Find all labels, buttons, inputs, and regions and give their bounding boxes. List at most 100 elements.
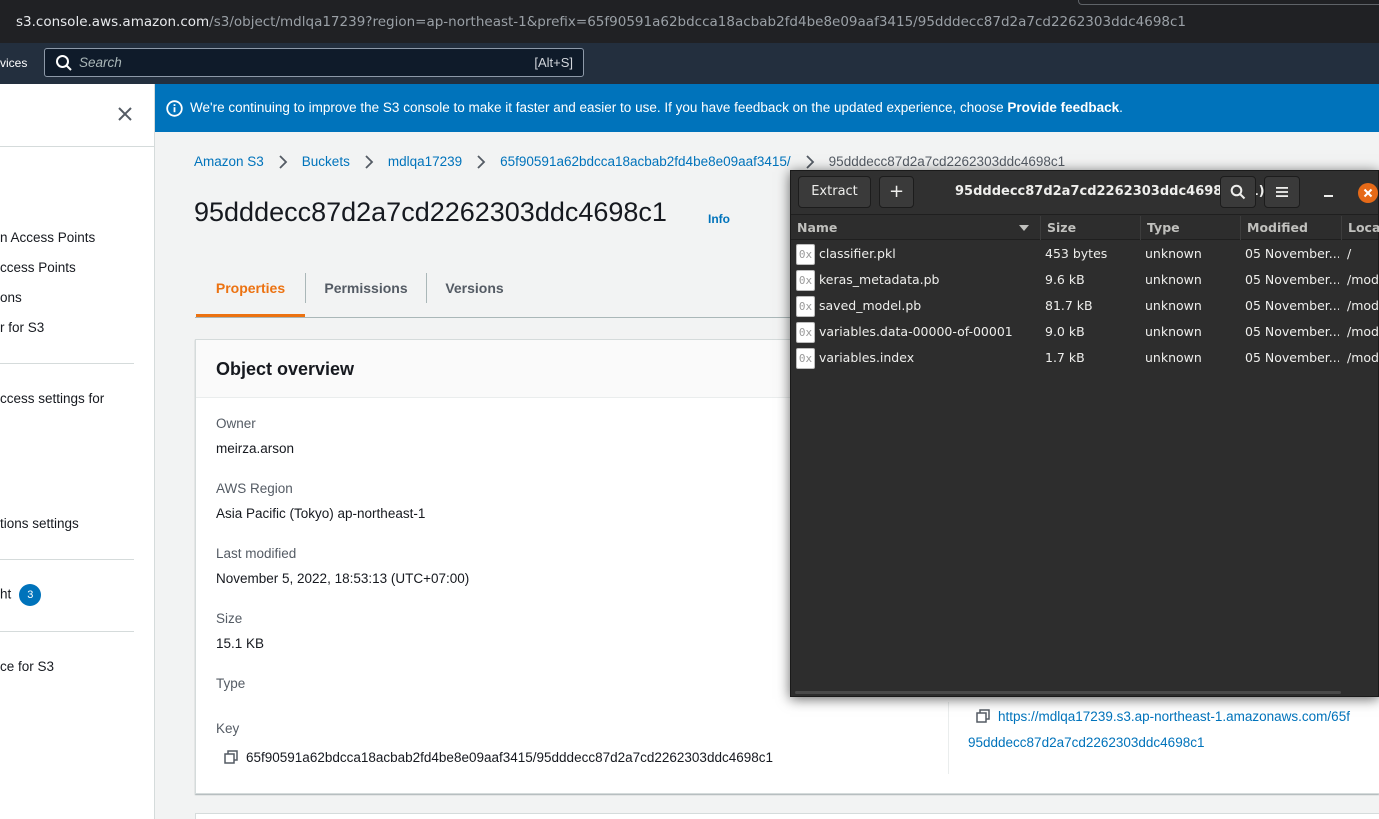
file-row[interactable]: 0x variables.data-00000-of-00001 9.0 kB …	[791, 319, 1379, 345]
banner-period: .	[1119, 100, 1123, 115]
close-icon[interactable]	[115, 104, 135, 124]
extract-button[interactable]: Extract	[798, 176, 871, 208]
file-row[interactable]: 0x saved_model.pb 81.7 kB unknown 05 Nov…	[791, 293, 1379, 319]
object-url-text[interactable]: https://mdlqa17239.s3.ap-northeast-1.ama…	[998, 709, 1350, 724]
file-modified: 05 November...	[1245, 246, 1339, 261]
column-header-label: Name	[797, 220, 838, 235]
breadcrumb-bucket[interactable]: mdlqa17239	[388, 154, 462, 169]
sidebar-item-storage-lens-settings[interactable]: tions settings	[0, 516, 79, 531]
file-size: 81.7 kB	[1045, 298, 1093, 313]
file-row[interactable]: 0x variables.index 1.7 kB unknown 05 Nov…	[791, 345, 1379, 371]
column-header-modified[interactable]: Modified	[1241, 216, 1342, 240]
search-button[interactable]	[1220, 176, 1256, 208]
sidebar-item-block-public-access[interactable]: ccess settings for	[0, 391, 104, 406]
file-location: /mod	[1347, 298, 1379, 313]
file-row[interactable]: 0x keras_metadata.pb 9.6 kB unknown 05 N…	[791, 267, 1379, 293]
chevron-right-icon	[279, 154, 288, 169]
sidebar-divider	[0, 146, 155, 147]
sidebar-item-iam-analyzer[interactable]: r for S3	[0, 320, 44, 335]
info-icon	[166, 100, 183, 117]
archive-manager-window: Extract + 95dddecc87d2a7cd2262303ddc4698…	[790, 170, 1379, 697]
size-label: Size	[216, 611, 243, 626]
file-type: unknown	[1145, 272, 1202, 287]
binary-file-icon: 0x	[796, 322, 815, 343]
menu-button[interactable]	[1264, 176, 1300, 208]
banner-text: We're continuing to improve the S3 conso…	[190, 100, 1008, 115]
breadcrumb-current: 95dddecc87d2a7cd2262303ddc4698c1	[828, 154, 1066, 169]
file-location: /mod	[1347, 350, 1379, 365]
horizontal-scrollbar[interactable]	[795, 691, 1341, 694]
binary-file-icon: 0x	[796, 270, 815, 291]
sidebar-item-batch-operations[interactable]: ons	[0, 290, 22, 305]
column-header-name[interactable]: Name	[791, 216, 1041, 240]
column-header-type[interactable]: Type	[1141, 216, 1241, 240]
search-shortcut-hint: [Alt+S]	[534, 55, 573, 70]
tab-permissions[interactable]: Permissions	[306, 260, 426, 317]
sidebar-divider	[0, 631, 134, 632]
key-label: Key	[216, 721, 240, 736]
file-name: classifier.pkl	[819, 246, 896, 261]
binary-file-icon: 0x	[796, 244, 815, 265]
tab-versions[interactable]: Versions	[427, 260, 522, 317]
file-size: 453 bytes	[1045, 246, 1108, 261]
file-location: /mod	[1347, 324, 1379, 339]
url-path: /s3/object/mdlqa17239?region=ap-northeas…	[209, 14, 1187, 30]
sidebar-item-object-lambda-access-points[interactable]: ccess Points	[0, 260, 76, 275]
region-value: Asia Pacific (Tokyo) ap-northeast-1	[216, 506, 426, 521]
add-button[interactable]: +	[879, 176, 914, 208]
tab-properties[interactable]: Properties	[196, 260, 305, 317]
copy-icon[interactable]	[224, 750, 238, 764]
file-name: variables.data-00000-of-00001	[819, 324, 1013, 339]
file-name: saved_model.pb	[819, 298, 922, 313]
file-modified: 05 November...	[1245, 350, 1339, 365]
search-icon	[56, 55, 72, 71]
owner-label: Owner	[216, 416, 256, 431]
object-url-link[interactable]: https://mdlqa17239.s3.ap-northeast-1.ama…	[968, 709, 1350, 724]
binary-file-icon: 0x	[796, 296, 815, 317]
copy-icon[interactable]	[976, 709, 990, 723]
aws-top-nav: vices [Alt+S]	[0, 43, 1379, 84]
info-link[interactable]: Info	[708, 212, 730, 226]
notification-badge: 3	[19, 584, 42, 606]
banner-message: We're continuing to improve the S3 conso…	[190, 100, 1123, 115]
file-location: /	[1347, 246, 1352, 261]
file-row[interactable]: 0x classifier.pkl 453 bytes unknown 05 N…	[791, 241, 1378, 267]
minimize-icon[interactable]	[1319, 184, 1337, 202]
size-value: 15.1 KB	[216, 636, 265, 651]
window-close-button[interactable]	[1358, 183, 1378, 203]
sidebar-item-access-points[interactable]: n Access Points	[0, 230, 95, 245]
sidebar-item-marketplace[interactable]: ce for S3	[0, 659, 54, 674]
file-modified: 05 November...	[1245, 298, 1339, 313]
file-size: 9.6 kB	[1045, 272, 1085, 287]
chevron-right-icon	[806, 154, 814, 169]
object-url-continuation[interactable]: 95dddecc87d2a7cd2262303ddc4698c1	[968, 735, 1204, 750]
file-name: variables.index	[819, 350, 915, 365]
services-menu[interactable]: vices	[0, 56, 27, 70]
column-divider	[948, 702, 949, 774]
search-input[interactable]	[79, 52, 509, 73]
file-modified: 05 November...	[1245, 272, 1339, 287]
url-host: s3.console.aws.amazon.com	[16, 14, 210, 30]
breadcrumb-buckets[interactable]: Buckets	[302, 154, 350, 169]
url-text[interactable]: s3.console.aws.amazon.com/s3/object/mdlq…	[16, 14, 1186, 30]
file-type: unknown	[1145, 324, 1202, 339]
breadcrumb-amazon-s3[interactable]: Amazon S3	[194, 154, 264, 169]
info-banner: We're continuing to improve the S3 conso…	[155, 84, 1379, 132]
sidebar-item-feature-spotlight[interactable]: ht 3	[0, 584, 42, 606]
left-sidebar: n Access Points ccess Points ons r for S…	[0, 84, 155, 819]
column-header-size[interactable]: Size	[1041, 216, 1141, 240]
file-type: unknown	[1145, 298, 1202, 313]
hamburger-icon	[1276, 187, 1288, 197]
browser-url-bar[interactable]: s3.console.aws.amazon.com/s3/object/mdlq…	[0, 0, 1379, 43]
file-modified: 05 November...	[1245, 324, 1339, 339]
browser-tab-edge	[1078, 0, 1379, 5]
breadcrumb-prefix[interactable]: 65f90591a62bdcca18acbab2fd4be8e09aaf3415…	[500, 154, 791, 169]
search-box[interactable]: [Alt+S]	[44, 48, 584, 77]
archive-titlebar[interactable]: Extract + 95dddecc87d2a7cd2262303ddc4698…	[791, 171, 1378, 215]
file-size: 1.7 kB	[1045, 350, 1085, 365]
column-header-location[interactable]: Locat	[1342, 216, 1379, 240]
provide-feedback-link[interactable]: Provide feedback	[1007, 100, 1119, 115]
file-type: unknown	[1145, 350, 1202, 365]
file-name: keras_metadata.pb	[819, 272, 940, 287]
chevron-right-icon	[365, 154, 374, 169]
